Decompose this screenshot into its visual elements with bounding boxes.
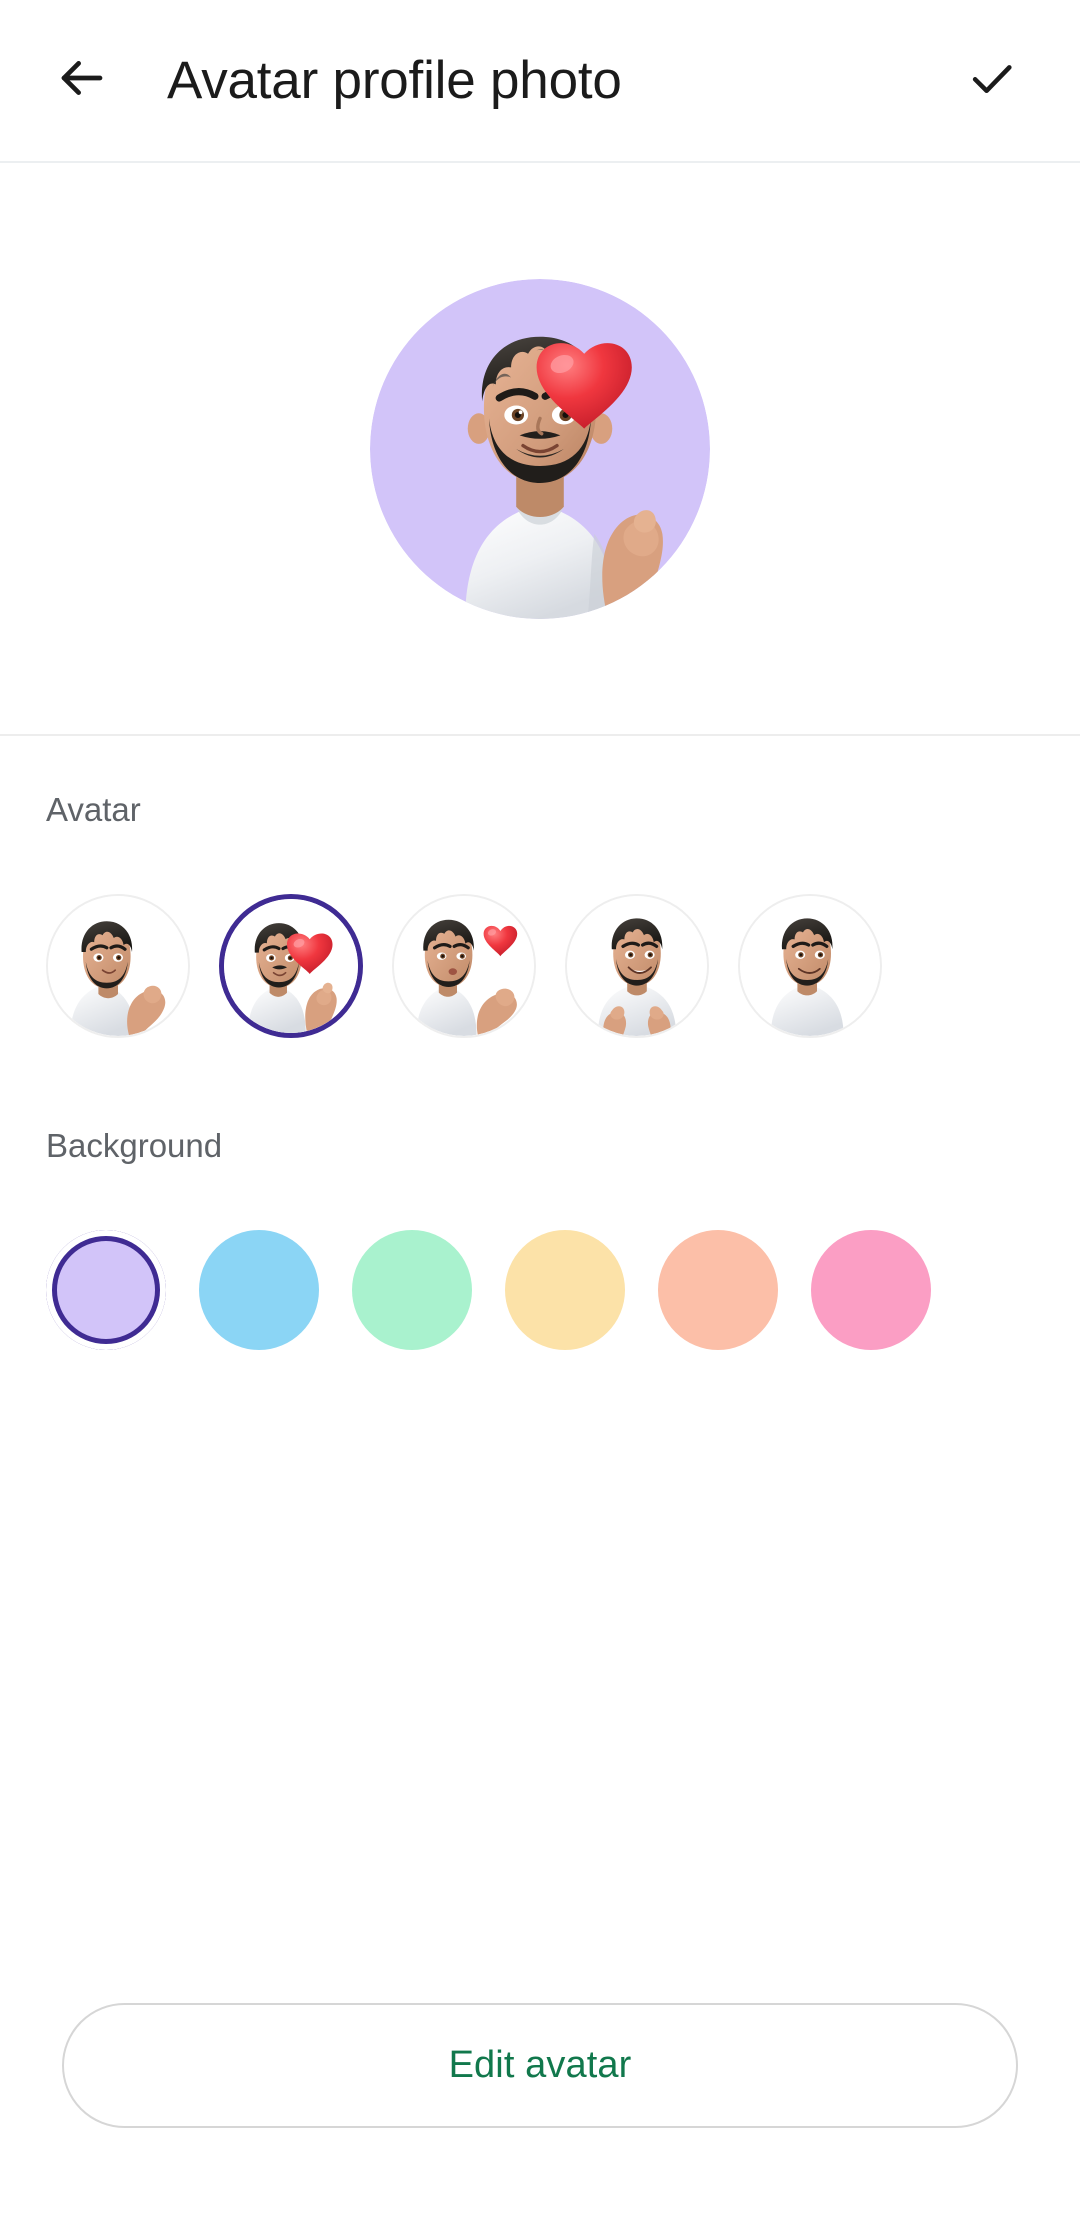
page-title: Avatar profile photo — [167, 51, 622, 110]
app-bar: Avatar profile photo — [0, 0, 1080, 163]
avatar-option-blow-kiss[interactable] — [392, 894, 536, 1038]
background-swatch-lavender[interactable] — [46, 1230, 166, 1350]
avatar-preview — [370, 278, 710, 619]
avatar-thumb-art — [740, 896, 880, 1036]
avatar-option-partial[interactable] — [738, 894, 882, 1038]
avatar-thumb-art — [394, 896, 534, 1036]
avatar-thumb-art — [567, 896, 707, 1036]
background-swatch-salmon[interactable] — [658, 1230, 778, 1350]
avatar-thumb-art — [224, 899, 358, 1033]
avatar-options-list[interactable] — [0, 866, 1080, 1066]
avatar-preview-art — [370, 278, 710, 619]
footer: Edit avatar — [0, 2003, 1080, 2214]
background-swatch-mint[interactable] — [352, 1230, 472, 1350]
avatar-profile-photo-screen: Avatar profile photo Avatar Background E… — [0, 0, 1080, 2214]
avatar-preview-section — [0, 163, 1080, 736]
background-swatch-butter-yellow[interactable] — [505, 1230, 625, 1350]
arrow-left-icon — [55, 51, 109, 110]
background-options-list[interactable] — [0, 1200, 1080, 1380]
edit-avatar-button[interactable]: Edit avatar — [62, 2003, 1018, 2128]
back-button[interactable] — [46, 45, 118, 117]
avatar-thumb-art — [48, 896, 188, 1036]
avatar-section-header: Avatar — [0, 793, 1080, 826]
check-icon — [966, 52, 1018, 109]
background-section-header: Background — [0, 1129, 1080, 1162]
avatar-option-arms-crossed[interactable] — [46, 894, 190, 1038]
background-swatch-sky-blue[interactable] — [199, 1230, 319, 1350]
background-section-label: Background — [46, 1127, 223, 1164]
avatar-option-heart-hands[interactable] — [219, 894, 363, 1038]
avatar-option-thumbs-up[interactable] — [565, 894, 709, 1038]
background-swatch-pink[interactable] — [811, 1230, 931, 1350]
confirm-button[interactable] — [956, 45, 1028, 117]
avatar-section-label: Avatar — [46, 791, 141, 828]
